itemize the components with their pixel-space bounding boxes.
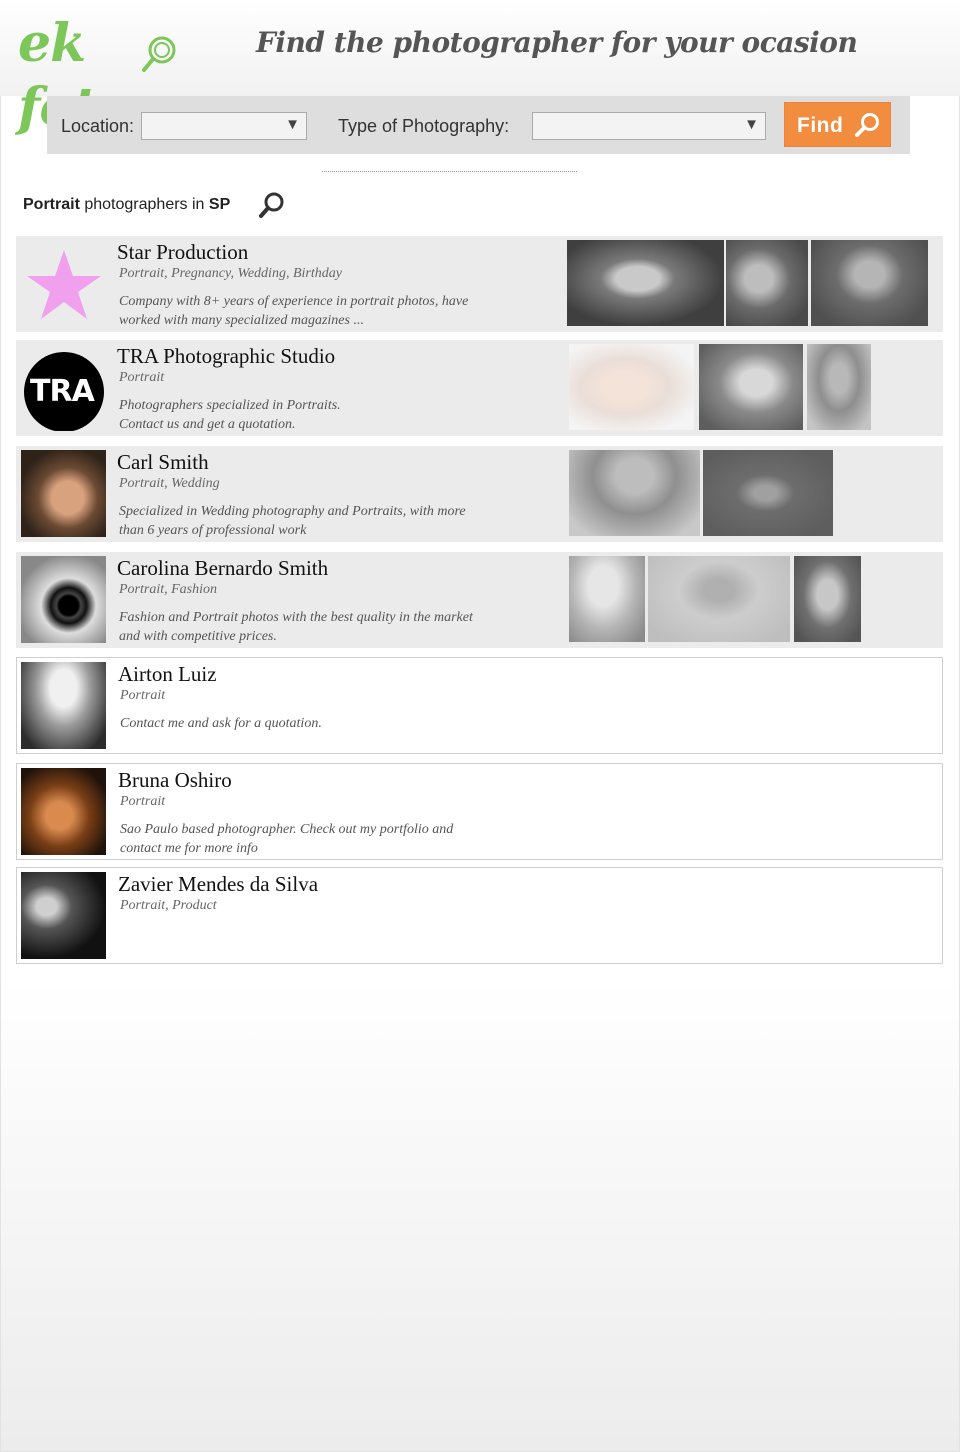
portfolio-thumbnails [567, 240, 929, 328]
site-logo[interactable]: ek foto [18, 10, 188, 138]
site-tagline: Find the photographer for your ocasion [256, 26, 858, 59]
photographer-categories: Portrait [120, 688, 166, 703]
location-label: Location: [61, 116, 135, 136]
photographer-name[interactable]: Airton Luiz [118, 662, 217, 687]
studio-logo-text: TRA [30, 374, 95, 409]
portfolio-thumbnail[interactable] [569, 556, 645, 642]
results-place: SP [208, 196, 231, 213]
portfolio-thumbnail[interactable] [567, 240, 724, 326]
results-heading-text: photographers in [79, 196, 209, 213]
photographer-categories: Portrait, Fashion [119, 582, 218, 597]
avatar: TRA [21, 344, 106, 431]
photographer-description: Specialized in Wedding photography and P… [119, 504, 466, 538]
search-bar: Location: ▼ Type of Photography: ▼ Find [47, 96, 910, 154]
photographer-name[interactable]: Carl Smith [117, 450, 209, 475]
divider [322, 160, 577, 172]
portfolio-thumbnail[interactable] [703, 450, 833, 536]
photographer-description: Photographers specialized in Portraits. … [119, 398, 341, 432]
photographer-description: Sao Paulo based photographer. Check out … [120, 822, 454, 856]
photographer-description: Contact me and ask for a quotation. [120, 716, 322, 731]
photographer-card[interactable]: TRA TRA Photographic Studio Portrait Pho… [16, 340, 943, 436]
search-icon[interactable] [257, 191, 287, 221]
dropdown-arrow-icon: ▼ [744, 116, 759, 133]
portfolio-thumbnail[interactable] [648, 556, 790, 642]
search-icon [855, 113, 879, 137]
photographer-name[interactable]: Zavier Mendes da Silva [118, 872, 318, 897]
results-heading: Portrait photographers in SP [23, 196, 230, 214]
photographer-categories: Portrait [120, 794, 166, 809]
avatar [21, 872, 106, 959]
photographer-card[interactable]: Zavier Mendes da Silva Portrait, Product [16, 867, 943, 964]
photographer-categories: Portrait, Product [120, 898, 217, 913]
photographer-categories: Portrait [119, 370, 165, 385]
site-header: ek foto Find the photographer for your o… [0, 0, 960, 138]
portfolio-thumbnail[interactable] [569, 450, 700, 536]
photographer-description: Company with 8+ years of experience in p… [119, 294, 469, 328]
photographer-description: Fashion and Portrait photos with the bes… [119, 610, 473, 644]
portfolio-thumbnail[interactable] [699, 344, 803, 430]
photographer-card[interactable]: Carolina Bernardo Smith Portrait, Fashio… [16, 552, 943, 648]
star-icon [27, 250, 101, 319]
avatar [21, 450, 106, 537]
avatar [21, 556, 106, 643]
avatar [21, 768, 106, 855]
portfolio-thumbnail[interactable] [807, 344, 871, 430]
portfolio-thumbnails [569, 556, 861, 644]
avatar [21, 240, 106, 327]
photographer-categories: Portrait, Wedding [119, 476, 220, 491]
find-button-label: Find [797, 114, 844, 137]
magnifier-logo-icon [142, 36, 176, 72]
portfolio-thumbnail[interactable] [569, 344, 694, 430]
portfolio-thumbnail[interactable] [811, 240, 928, 326]
location-select[interactable]: ▼ [141, 112, 307, 140]
photographer-name[interactable]: Carolina Bernardo Smith [117, 556, 328, 581]
photographer-categories: Portrait, Pregnancy, Wedding, Birthday [119, 266, 342, 281]
photographer-name[interactable]: Bruna Oshiro [118, 768, 232, 793]
photographer-card[interactable]: Bruna Oshiro Portrait Sao Paulo based ph… [16, 763, 943, 860]
portfolio-thumbnails [569, 344, 873, 432]
find-button[interactable]: Find [784, 102, 891, 147]
photographer-name[interactable]: Star Production [117, 240, 248, 265]
photography-type-select[interactable]: ▼ [532, 112, 766, 140]
results-category: Portrait [23, 196, 80, 213]
photographer-card[interactable]: Airton Luiz Portrait Contact me and ask … [16, 657, 943, 754]
portfolio-thumbnail[interactable] [794, 556, 861, 642]
dropdown-arrow-icon: ▼ [285, 116, 300, 133]
photographer-card[interactable]: Carl Smith Portrait, Wedding Specialized… [16, 446, 943, 542]
avatar [21, 662, 106, 749]
photographer-card[interactable]: Star Production Portrait, Pregnancy, Wed… [16, 236, 943, 332]
portfolio-thumbnail[interactable] [726, 240, 808, 326]
portfolio-thumbnails [569, 450, 834, 538]
photographer-name[interactable]: TRA Photographic Studio [117, 344, 335, 369]
photography-type-label: Type of Photography: [338, 116, 510, 136]
